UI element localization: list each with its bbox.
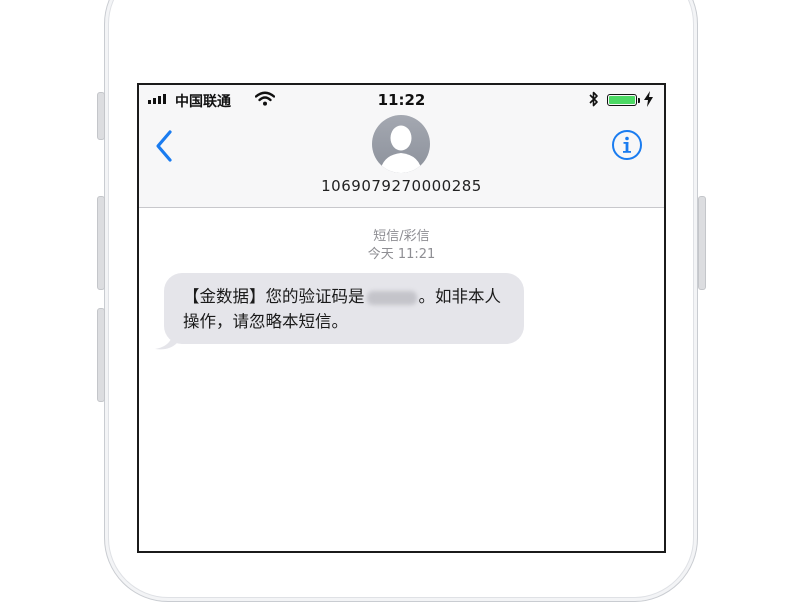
status-bar: 中国联通 11:22: [139, 85, 664, 115]
contact-number[interactable]: 1069079270000285: [139, 177, 664, 195]
chevron-left-icon[interactable]: [153, 129, 175, 163]
battery-level: [609, 96, 635, 104]
battery-icon: [607, 94, 637, 106]
contact-avatar[interactable]: [372, 115, 430, 173]
status-time: 11:22: [377, 91, 426, 109]
conversation-header: 1069079270000285: [139, 115, 664, 208]
message-type-label: 短信/彩信: [373, 229, 430, 244]
volume-up-button: [97, 196, 105, 290]
volume-down-button: [97, 308, 105, 402]
person-icon: [380, 125, 422, 173]
power-button: [698, 196, 706, 290]
message-timestamp: 今天 11:21: [367, 247, 436, 262]
info-circle-icon[interactable]: [611, 129, 643, 161]
redacted-code: [366, 290, 417, 305]
battery-terminal: [638, 98, 640, 103]
charging-bolt-icon: [644, 91, 653, 107]
bluetooth-icon: [589, 91, 598, 107]
received-message-bubble[interactable]: 【金数据】您的验证码是 。如非本人操作，请忽略本短信。: [164, 273, 524, 344]
mute-switch: [97, 92, 105, 140]
message-text-start: 【金数据】您的验证码是: [183, 287, 365, 306]
phone-screen: 中国联通 11:22 1069079270000285 短信/彩信 今天 11:…: [137, 83, 666, 553]
